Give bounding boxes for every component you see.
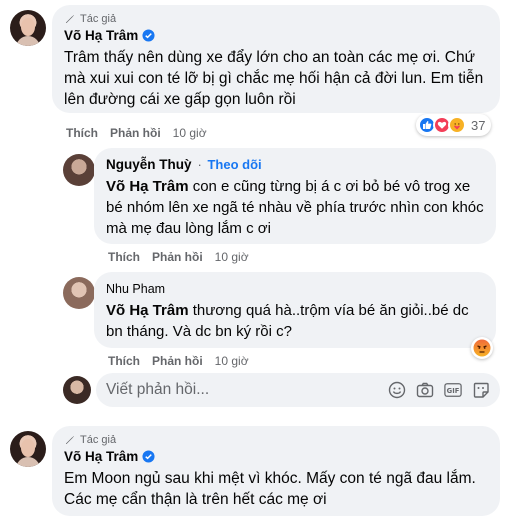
- pen-icon: [66, 436, 74, 444]
- composer-tools: GIF: [388, 381, 490, 399]
- comment-author-name[interactable]: Võ Hạ Trâm: [64, 449, 138, 464]
- reply-avatar[interactable]: [63, 277, 95, 309]
- avatar-shoulder: [16, 457, 40, 467]
- author-badge-label: Tác giả: [80, 13, 117, 25]
- comment-text: Trâm thấy nên dùng xe đẩy lớn cho an toà…: [64, 49, 484, 108]
- pen-icon: [66, 15, 74, 23]
- comment-bubble: Tác giả Võ Hạ Trâm Trâm thấy nên dùng xe…: [52, 5, 500, 113]
- comment-text: Em Moon ngủ sau khi mệt vì khóc. Mấy con…: [64, 470, 476, 508]
- follow-button[interactable]: Theo dõi: [207, 157, 261, 172]
- verified-icon: [142, 450, 155, 463]
- avatar[interactable]: [10, 10, 46, 46]
- emoji-icon[interactable]: [388, 381, 406, 399]
- care-icon: [448, 116, 466, 134]
- author-badge: Tác giả: [64, 434, 488, 446]
- comment-author[interactable]: Võ Hạ Trâm: [64, 449, 155, 464]
- follow-group: · Theo dõi: [196, 157, 262, 172]
- sticker-icon[interactable]: [472, 381, 490, 399]
- comment-author[interactable]: Võ Hạ Trâm: [64, 28, 155, 43]
- timestamp[interactable]: 10 giờ: [173, 126, 207, 140]
- reply-actions: Thích Phản hồi 10 giờ: [108, 250, 249, 264]
- mention-link[interactable]: Võ Hạ Trâm: [106, 178, 189, 195]
- reply-actions: Thích Phản hồi 10 giờ: [108, 354, 249, 368]
- reply-author-name[interactable]: Nhu Pham: [106, 282, 165, 296]
- svg-text:GIF: GIF: [447, 387, 460, 395]
- comment-actions: Thích Phản hồi 10 giờ: [66, 126, 207, 140]
- reaction-count[interactable]: 37: [471, 118, 485, 133]
- reply-button[interactable]: Phản hồi: [110, 126, 161, 140]
- reply-input[interactable]: [106, 381, 388, 399]
- current-user-avatar: [63, 376, 91, 404]
- timestamp[interactable]: 10 giờ: [215, 250, 249, 264]
- like-button[interactable]: Thích: [66, 126, 98, 140]
- reply-text: Võ Hạ Trâm thương quá hà..trộm vía bé ăn…: [106, 300, 484, 342]
- reply-author-name[interactable]: Nguyễn Thuỳ: [106, 157, 192, 172]
- reply-author[interactable]: Nhu Pham: [106, 282, 165, 296]
- reply-composer: GIF: [96, 373, 500, 407]
- reply-button[interactable]: Phản hồi: [152, 354, 203, 368]
- timestamp[interactable]: 10 giờ: [215, 354, 249, 368]
- separator-dot: ·: [197, 157, 202, 172]
- comment-author-name[interactable]: Võ Hạ Trâm: [64, 28, 138, 43]
- reaction-summary[interactable]: 37: [416, 114, 492, 136]
- reply-button[interactable]: Phản hồi: [152, 250, 203, 264]
- avatar-face: [21, 18, 35, 36]
- comment-bubble: Tác giả Võ Hạ Trâm Em Moon ngủ sau khi m…: [52, 426, 500, 516]
- verified-icon: [142, 29, 155, 42]
- author-badge: Tác giả: [64, 13, 488, 25]
- avatar-shoulder: [16, 36, 40, 46]
- reaction-badge[interactable]: [471, 337, 493, 359]
- author-badge-label: Tác giả: [80, 434, 117, 446]
- gif-icon[interactable]: GIF: [444, 381, 462, 399]
- avatar[interactable]: [10, 431, 46, 467]
- like-button[interactable]: Thích: [108, 354, 140, 368]
- reply-bubble: Nguyễn Thuỳ · Theo dõi Võ Hạ Trâm con e …: [94, 148, 496, 244]
- mention-link[interactable]: Võ Hạ Trâm: [106, 302, 189, 319]
- avatar-face: [21, 439, 35, 457]
- reply-bubble: Nhu Pham Võ Hạ Trâm thương quá hà..trộm …: [94, 272, 496, 348]
- reply-text: Võ Hạ Trâm con e cũng từng bị á c ơi bỏ …: [106, 176, 484, 239]
- reply-author[interactable]: Nguyễn Thuỳ · Theo dõi: [106, 157, 262, 172]
- like-button[interactable]: Thích: [108, 250, 140, 264]
- angry-icon: [473, 339, 491, 357]
- camera-icon[interactable]: [416, 381, 434, 399]
- reply-avatar[interactable]: [63, 154, 95, 186]
